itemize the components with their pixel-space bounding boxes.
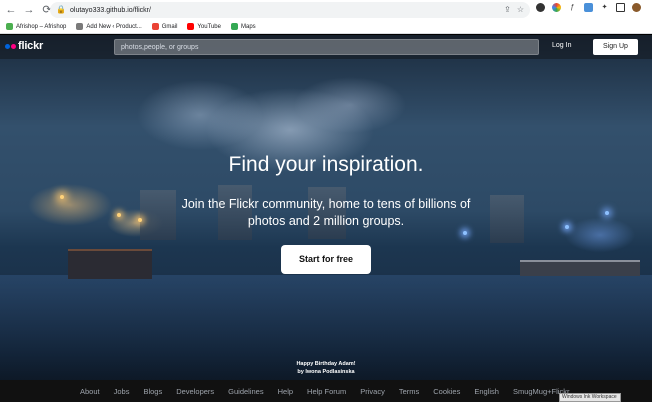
bookmark-label: Add New ‹ Product... xyxy=(86,23,142,30)
footer-link-jobs[interactable]: Jobs xyxy=(114,387,130,396)
function-icon[interactable]: ƒ xyxy=(568,3,577,12)
gmail-icon xyxy=(151,23,159,30)
lamp-light-icon xyxy=(117,213,121,217)
lamp-light-icon xyxy=(605,211,609,215)
download-extension-icon[interactable] xyxy=(584,3,593,12)
photo-title: Happy Birthday Adam! xyxy=(296,361,356,367)
bookmark-label: Maps xyxy=(240,23,256,30)
youtube-icon xyxy=(187,23,195,30)
hero-subtitle: Join the Flickr community, home to tens … xyxy=(181,197,471,228)
search-placeholder: photos,people, or groups xyxy=(121,44,199,51)
footer-link-help[interactable]: Help xyxy=(278,387,293,396)
footer-link-blogs[interactable]: Blogs xyxy=(143,387,162,396)
lamp-light-icon xyxy=(138,218,142,222)
bookmark-item[interactable]: Maps xyxy=(230,23,256,30)
footer-link-developers[interactable]: Developers xyxy=(176,387,214,396)
footer-link-language[interactable]: English xyxy=(474,387,499,396)
footer-link-cookies[interactable]: Cookies xyxy=(433,387,460,396)
logo-pink-dot-icon xyxy=(11,43,16,49)
flickr-logo[interactable]: flickr xyxy=(5,40,43,52)
footer-link-terms[interactable]: Terms xyxy=(399,387,419,396)
bookmark-item[interactable]: YouTube xyxy=(187,23,221,30)
photo-credit[interactable]: Happy Birthday Adam! by Iwona Podlasinsk… xyxy=(0,360,652,376)
footer-link-about[interactable]: About xyxy=(80,387,100,396)
forward-icon[interactable]: → xyxy=(22,3,36,17)
lamp-light-icon xyxy=(60,195,64,199)
address-bar[interactable]: 🔒 olutayo333.github.io/flickr/ ⇪ ☆ xyxy=(50,2,530,18)
footer-link-help-forum[interactable]: Help Forum xyxy=(307,387,346,396)
footer-link-guidelines[interactable]: Guidelines xyxy=(228,387,263,396)
side-panel-icon[interactable] xyxy=(616,3,625,12)
extension-icon[interactable] xyxy=(536,3,545,12)
boat-image xyxy=(520,260,640,276)
signup-button[interactable]: Sign Up xyxy=(593,39,638,55)
login-link[interactable]: Log In xyxy=(552,42,571,49)
bookmarks-bar: Afrishop – Afrishop Add New ‹ Product...… xyxy=(0,20,652,34)
start-for-free-button[interactable]: Start for free xyxy=(281,245,371,274)
bookmark-label: Afrishop – Afrishop xyxy=(16,23,67,30)
url-text: olutayo333.github.io/flickr/ xyxy=(70,6,151,14)
flickr-landing-page: flickr photos,people, or groups Log In S… xyxy=(0,35,652,402)
cooling-tower-image xyxy=(490,195,524,243)
hero-title: Find your inspiration. xyxy=(228,153,424,176)
bookmark-label: YouTube xyxy=(197,23,221,30)
bookmark-item[interactable]: Afrishop – Afrishop xyxy=(6,23,66,30)
lamp-light-icon xyxy=(463,231,467,235)
browser-toolbar: ← → ⟳ 🔒 olutayo333.github.io/flickr/ ⇪ ☆… xyxy=(0,0,652,20)
site-footer: About Jobs Blogs Developers Guidelines H… xyxy=(0,380,652,402)
bookmark-favicon-icon xyxy=(76,23,84,30)
color-extension-icon[interactable] xyxy=(552,3,561,12)
bookmark-item[interactable]: Add New ‹ Product... xyxy=(76,23,142,30)
puzzle-icon[interactable]: ✦ xyxy=(600,3,609,12)
lock-icon[interactable]: 🔒 xyxy=(56,5,66,15)
footer-link-privacy[interactable]: Privacy xyxy=(360,387,385,396)
logo-text: flickr xyxy=(18,40,44,52)
bookmark-item[interactable]: Gmail xyxy=(151,23,178,30)
site-header: flickr photos,people, or groups Log In S… xyxy=(0,35,652,59)
bookmark-star-icon[interactable]: ☆ xyxy=(517,5,524,14)
photo-author: by Iwona Podlasinska xyxy=(297,369,355,375)
bookmark-label: Gmail xyxy=(161,23,178,30)
avatar[interactable] xyxy=(632,3,641,12)
share-icon[interactable]: ⇪ xyxy=(504,5,511,14)
search-input[interactable]: photos,people, or groups xyxy=(114,39,539,55)
lamp-light-icon xyxy=(565,225,569,229)
boat-image xyxy=(68,249,152,279)
bookmark-favicon-icon xyxy=(6,23,13,30)
windows-ink-workspace-tooltip: Windows Ink Workspace xyxy=(559,393,621,402)
maps-icon xyxy=(230,23,238,30)
more-menu-icon[interactable]: ⋮ xyxy=(648,3,652,12)
back-icon[interactable]: ← xyxy=(4,3,18,17)
logo-blue-dot-icon xyxy=(5,43,10,49)
